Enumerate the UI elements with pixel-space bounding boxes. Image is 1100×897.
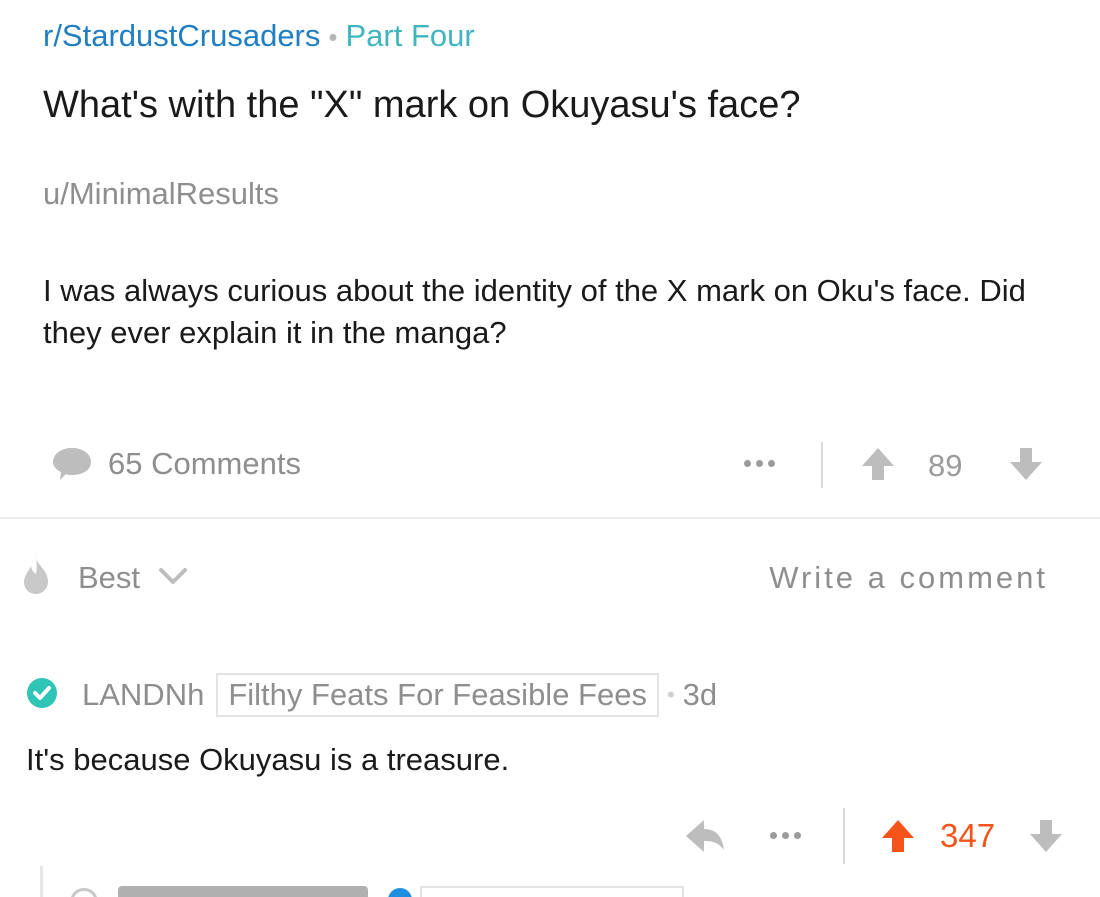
badge-icon [388, 888, 412, 897]
post-author[interactable]: u/MinimalResults [43, 174, 279, 214]
comment-actions-bar: 347 [0, 808, 1100, 864]
post-body: I was always curious about the identity … [43, 273, 1026, 350]
more-dots-icon[interactable] [770, 832, 801, 839]
verified-check-icon [26, 677, 58, 714]
comment-separator: • [666, 682, 675, 707]
actions-divider [821, 442, 823, 488]
flame-icon [20, 556, 52, 601]
breadcrumb: r/StardustCrusaders • Part Four [43, 16, 475, 57]
comment-header: LANDNh Filthy Feats For Feasible Fees • … [26, 670, 717, 720]
reply-username-cropped [118, 886, 368, 897]
post-score: 89 [928, 448, 963, 483]
post-actions-bar: 65 Comments 89 [0, 436, 1100, 492]
post: r/StardustCrusaders • Part Four What's wit… [0, 0, 1100, 518]
user-flair: Filthy Feats For Feasible Fees [216, 673, 659, 717]
avatar [70, 888, 98, 897]
subreddit-link[interactable]: r/StardustCrusaders [43, 18, 320, 53]
comment-score: 347 [940, 817, 996, 854]
actions-divider [843, 808, 845, 864]
upvote-arrow-icon[interactable] [880, 818, 916, 859]
comment-username[interactable]: LANDNh [82, 677, 204, 713]
sort-dropdown[interactable]: Best [20, 554, 188, 602]
comments-count-label: 65 Comments [108, 446, 301, 481]
comment-age: 3d [682, 677, 718, 712]
downvote-arrow-icon[interactable] [1008, 446, 1044, 487]
breadcrumb-separator: • [328, 22, 338, 52]
speech-bubble-icon [50, 444, 94, 484]
comment-body: It's because Okuyasu is a treasure. [26, 742, 510, 777]
thread-line[interactable] [40, 866, 43, 897]
post-title: What's with the "X" mark on Okuyasu's fa… [43, 84, 801, 126]
comments-button[interactable]: 65 Comments [50, 440, 301, 488]
upvote-arrow-icon[interactable] [860, 446, 896, 487]
reply-user-flair-cropped [420, 886, 684, 897]
write-comment-button[interactable]: Write a comment [769, 558, 1048, 598]
comment-sort-bar: Best Write a comment [0, 550, 1100, 606]
section-divider [0, 517, 1100, 519]
reply-arrow-icon[interactable] [684, 816, 726, 861]
reply-thread [0, 866, 1100, 897]
downvote-arrow-icon[interactable] [1028, 818, 1064, 859]
post-flair[interactable]: Part Four [346, 18, 475, 53]
sort-label: Best [78, 560, 141, 595]
more-dots-icon[interactable] [744, 460, 775, 467]
chevron-down-icon [158, 566, 188, 591]
